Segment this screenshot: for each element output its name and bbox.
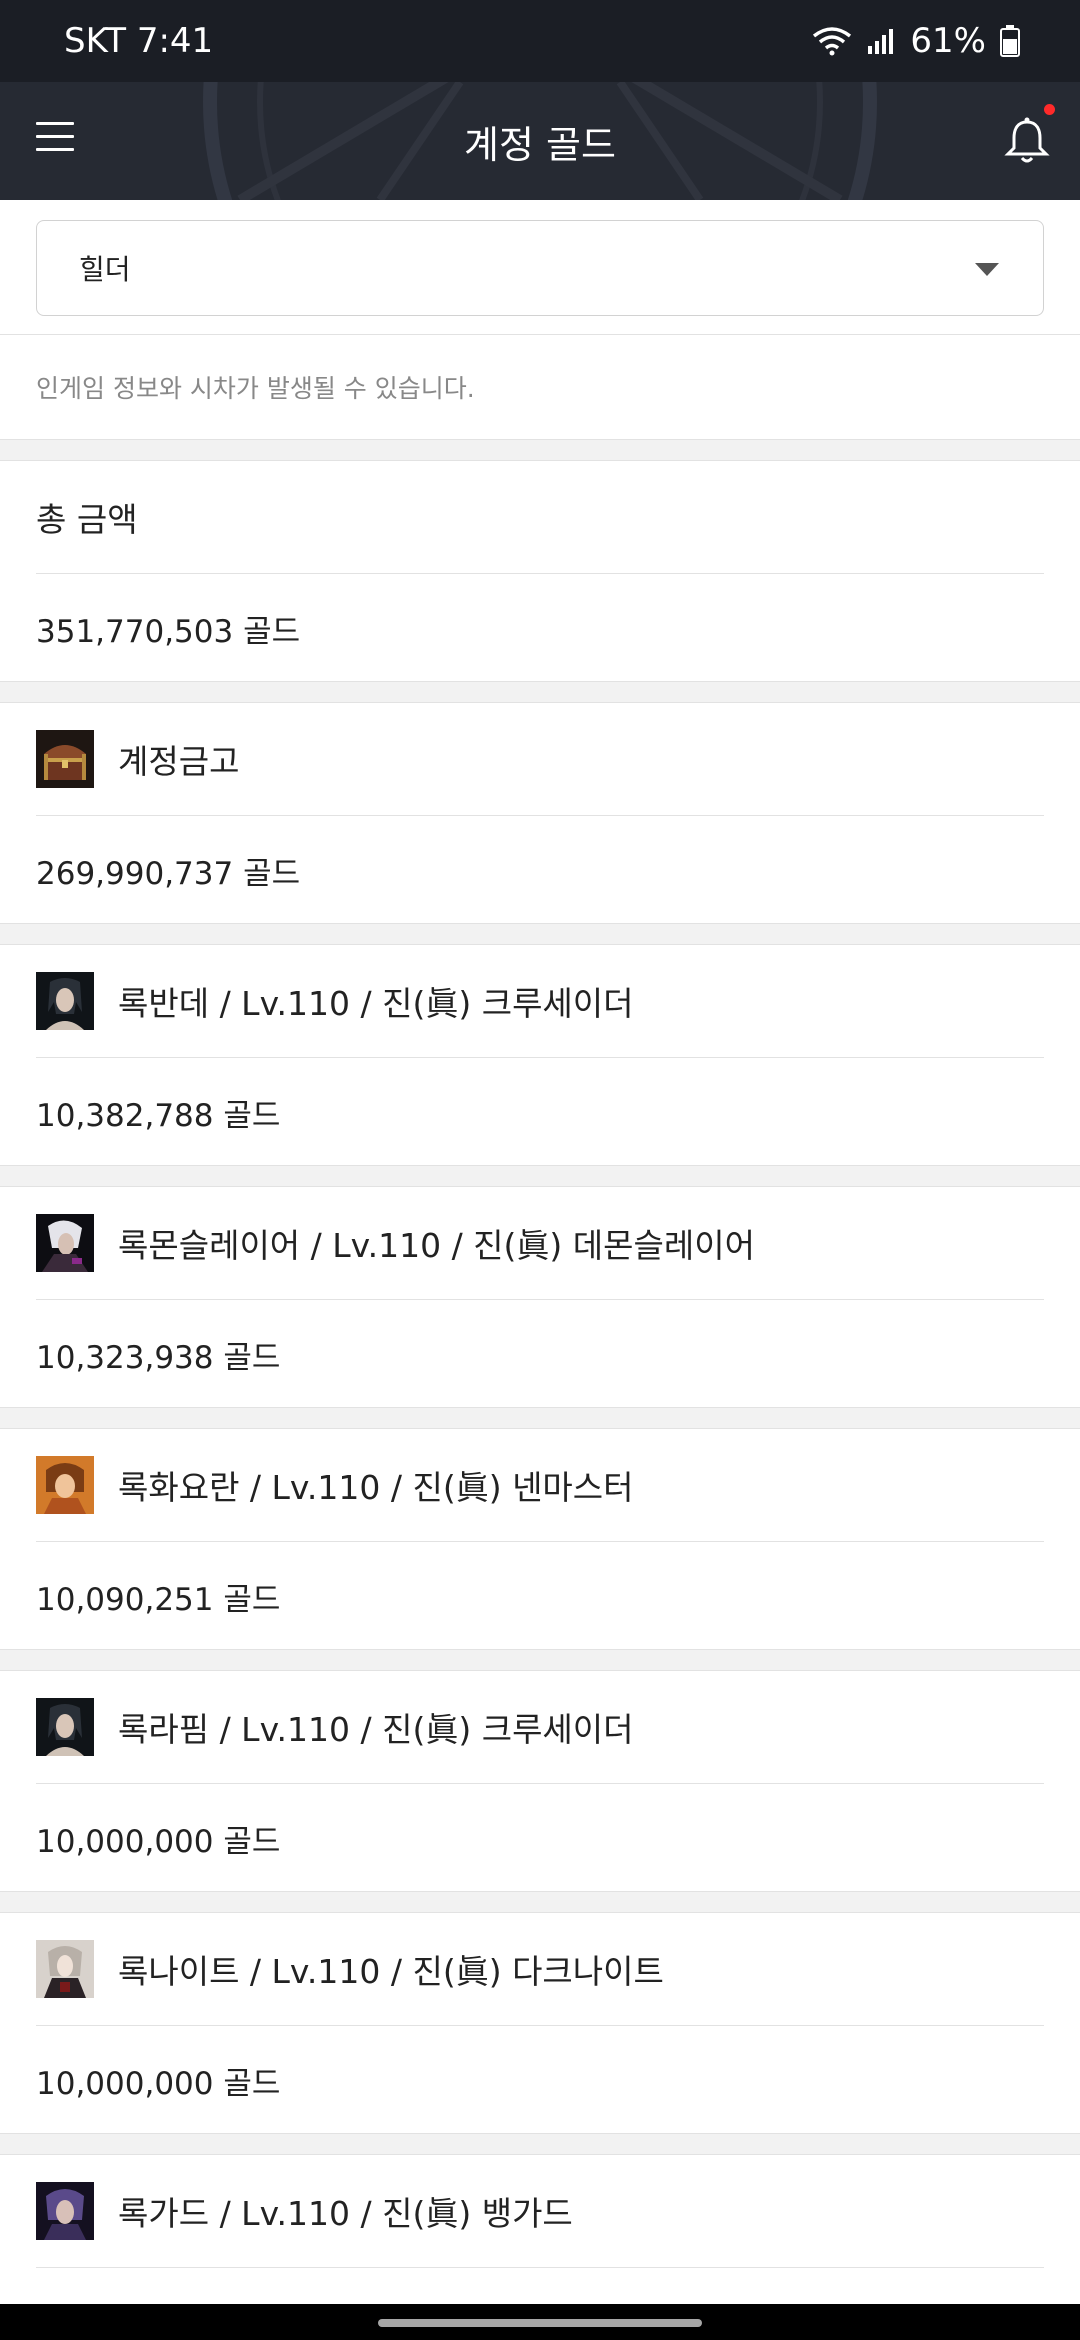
character-avatar [36,972,94,1030]
status-bar: SKT 7:41 61% [0,0,1080,82]
total-label: 총 금액 [36,461,1044,574]
character-avatar [36,1456,94,1514]
sync-notice: 인게임 정보와 시차가 발생될 수 있습니다. [0,335,1080,440]
home-indicator[interactable] [378,2319,702,2327]
treasure-chest-icon [36,730,94,788]
header-background-pattern [203,82,877,200]
battery-percent: 61% [910,21,986,61]
character-card[interactable]: 록반데 / Lv.110 / 진(眞) 크루세이더 10,382,788 골드 [0,944,1080,1166]
server-select-value: 힐더 [79,253,131,286]
chevron-down-icon [975,263,999,276]
character-card[interactable]: 록나이트 / Lv.110 / 진(眞) 다크나이트 10,000,000 골드 [0,1912,1080,2134]
character-gold: 10,000,000 골드 [36,2065,281,2102]
character-label: 록몬슬레이어 / Lv.110 / 진(眞) 데몬슬레이어 [118,1226,755,1265]
character-gold: 10,382,788 골드 [36,1097,281,1134]
server-select-area: 힐더 [0,200,1080,335]
total-card: 총 금액 351,770,503 골드 [0,460,1080,682]
character-card[interactable]: 록라핌 / Lv.110 / 진(眞) 크루세이더 10,000,000 골드 [0,1670,1080,1892]
carrier-time: SKT 7:41 [64,21,214,61]
total-amount: 351,770,503 골드 [36,613,301,650]
character-avatar [36,1940,94,1998]
character-label: 록나이트 / Lv.110 / 진(眞) 다크나이트 [118,1952,664,1991]
vault-amount: 269,990,737 골드 [36,855,301,892]
character-gold: 10,000,000 골드 [36,1823,281,1860]
character-card[interactable]: 록화요란 / Lv.110 / 진(眞) 넨마스터 10,090,251 골드 [0,1428,1080,1650]
character-gold: 10,323,938 골드 [36,1339,281,1376]
character-avatar [36,1698,94,1756]
character-avatar [36,1214,94,1272]
vault-label: 계정금고 [118,742,240,781]
status-icons: 61% [812,21,1020,61]
server-select[interactable]: 힐더 [36,220,1044,316]
hamburger-menu-icon[interactable] [36,122,74,152]
wifi-icon [813,27,852,56]
bell-icon[interactable] [1004,116,1050,166]
character-label: 록라핌 / Lv.110 / 진(眞) 크루세이더 [118,1710,634,1749]
character-label: 록반데 / Lv.110 / 진(眞) 크루세이더 [118,984,634,1023]
signal-icon [868,29,894,54]
character-avatar [36,2182,94,2240]
character-card[interactable]: 록몬슬레이어 / Lv.110 / 진(眞) 데몬슬레이어 10,323,938… [0,1186,1080,1408]
character-label: 록화요란 / Lv.110 / 진(眞) 넨마스터 [118,1468,634,1507]
vault-card[interactable]: 계정금고 269,990,737 골드 [0,702,1080,924]
character-label: 록가드 / Lv.110 / 진(眞) 뱅가드 [118,2194,573,2233]
notification-dot [1044,104,1055,115]
battery-icon [1000,25,1020,57]
app-header: 계정 골드 [0,82,1080,200]
character-gold: 10,090,251 골드 [36,1581,281,1618]
